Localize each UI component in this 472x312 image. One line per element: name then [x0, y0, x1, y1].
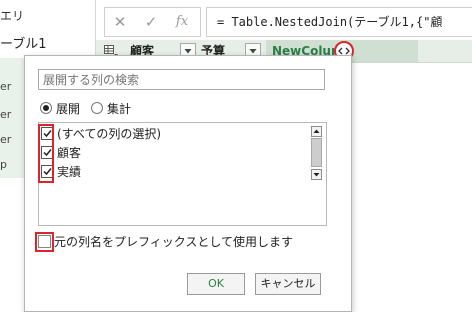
formula-buttons: ✕ ✓ fx — [104, 7, 201, 37]
query-row-fragment: er — [0, 80, 12, 93]
highlight-annotation — [38, 124, 54, 183]
radio-aggregate-label: 集計 — [107, 102, 132, 116]
cancel-button[interactable]: キャンセル — [255, 273, 321, 295]
highlight-annotation — [35, 232, 54, 252]
list-item-label: 顧客 — [57, 146, 82, 160]
queries-title: エリ — [0, 9, 25, 23]
list-item-select-all[interactable]: (すべての列の選択) — [41, 126, 161, 142]
scroll-up-icon[interactable] — [311, 126, 322, 137]
query-row-fragment: er — [0, 108, 12, 121]
radio-selected-icon — [40, 102, 52, 114]
formula-bar: ✕ ✓ fx = Table.NestedJoin(テーブル1,{"顧 — [96, 0, 472, 41]
ok-button[interactable]: OK — [187, 273, 245, 295]
column-list: (すべての列の選択) 顧客 実績 — [38, 122, 327, 226]
radio-aggregate[interactable]: 集計 — [91, 101, 131, 117]
column-search-input[interactable] — [38, 69, 325, 90]
cancel-icon[interactable]: ✕ — [107, 12, 133, 32]
query-item[interactable]: ーブル1 — [0, 33, 47, 52]
query-row-fragment: p — [0, 158, 7, 171]
list-item-label: 実績 — [57, 165, 82, 179]
confirm-icon[interactable]: ✓ — [138, 12, 164, 32]
radio-unselected-icon — [91, 102, 103, 114]
list-item-label: (すべての列の選択) — [57, 127, 162, 141]
radio-expand[interactable]: 展開 — [40, 101, 80, 117]
query-row-fragment: er — [0, 133, 12, 146]
formula-input[interactable]: = Table.NestedJoin(テーブル1,{"顧 — [206, 7, 472, 37]
prefix-option[interactable]: 元の列名をプレフィックスとして使用します — [38, 234, 293, 250]
fx-icon[interactable]: fx — [169, 12, 195, 32]
expand-columns-popup: 展開 集計 (すべての列の選択) 顧客 実績 — [24, 55, 352, 312]
prefix-option-label: 元の列名をプレフィックスとして使用します — [54, 235, 294, 249]
list-scrollbar[interactable] — [311, 126, 322, 182]
radio-expand-label: 展開 — [56, 102, 81, 116]
scrollbar-thumb[interactable] — [311, 138, 322, 167]
scroll-down-icon[interactable] — [311, 169, 322, 180]
